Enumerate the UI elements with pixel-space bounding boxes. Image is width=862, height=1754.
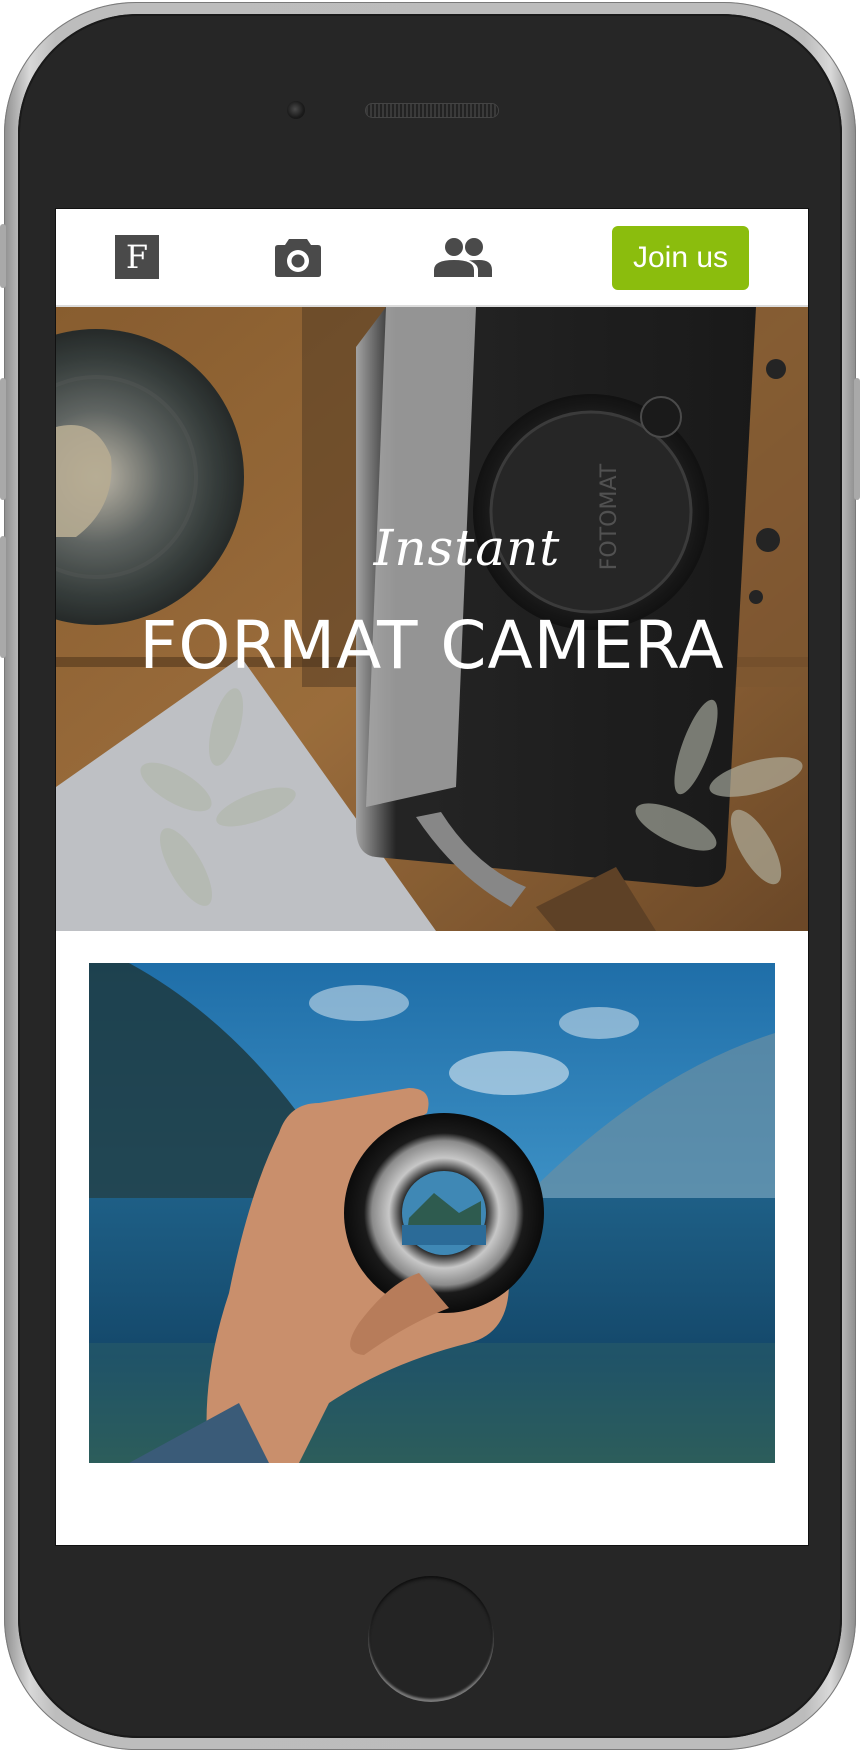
mute-switch <box>0 224 6 288</box>
top-navbar: F Join us <box>56 209 808 307</box>
page: F Join us FOTOMAT Instant FORMAT CAMERA <box>0 0 862 1754</box>
people-icon <box>434 238 492 277</box>
join-us-button[interactable]: Join us <box>612 226 749 290</box>
camera-icon <box>275 239 321 277</box>
home-button <box>368 1576 494 1702</box>
logo-link[interactable]: F <box>114 209 160 305</box>
volume-down-button <box>0 536 6 658</box>
hero-title: FORMAT CAMERA <box>139 607 725 684</box>
hero-banner: FOTOMAT Instant FORMAT CAMERA <box>56 307 808 931</box>
earpiece-speaker <box>366 104 498 117</box>
lens-photo <box>89 963 775 1463</box>
front-camera-icon <box>287 101 305 119</box>
volume-up-button <box>0 378 6 500</box>
lens-landscape-image <box>89 963 775 1463</box>
power-button <box>854 378 860 500</box>
hero-script-text: Instant <box>373 519 561 577</box>
camera-nav-link[interactable] <box>270 209 326 305</box>
phone-screen: F Join us FOTOMAT Instant FORMAT CAMERA <box>55 208 809 1546</box>
community-nav-link[interactable] <box>432 209 494 305</box>
logo-icon: F <box>115 235 159 279</box>
